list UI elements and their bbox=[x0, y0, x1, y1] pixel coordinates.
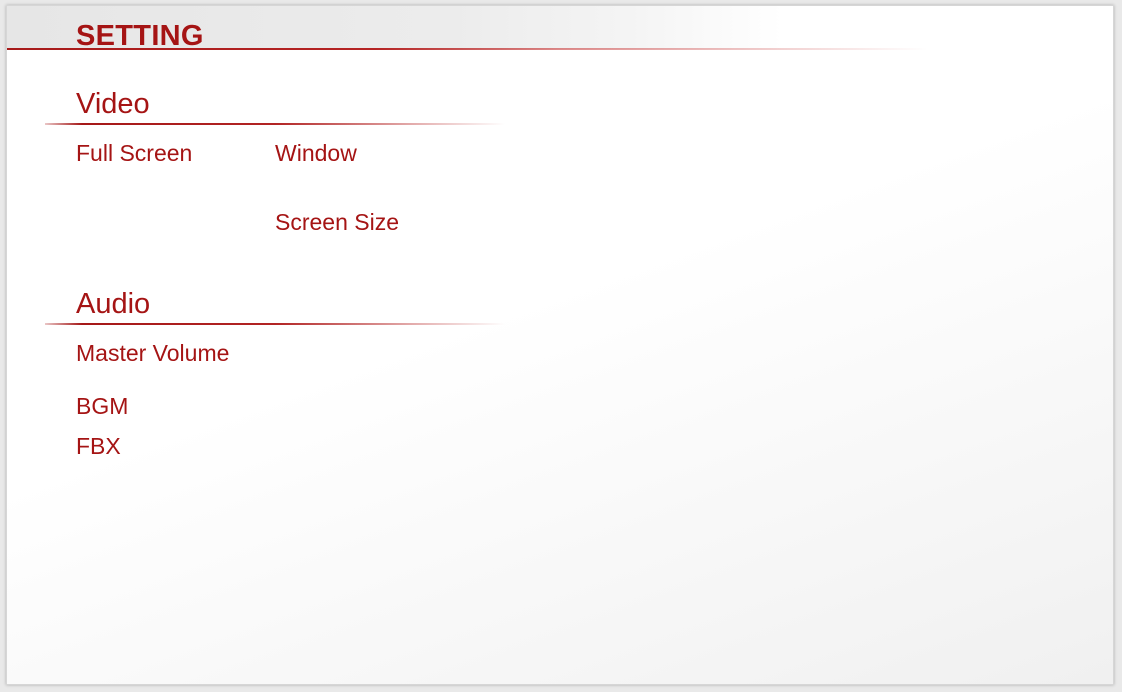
bgm-label: BGM bbox=[76, 393, 129, 419]
page-title: SETTING bbox=[76, 20, 204, 52]
video-section-heading: Video bbox=[76, 88, 150, 120]
window-option[interactable]: Window bbox=[275, 140, 357, 166]
master-volume-label: Master Volume bbox=[76, 340, 230, 366]
video-section-divider bbox=[45, 123, 505, 125]
audio-section-heading: Audio bbox=[76, 288, 151, 320]
full-screen-option[interactable]: Full Screen bbox=[76, 140, 192, 166]
settings-window: SETTING Video Full Screen Window Screen … bbox=[6, 5, 1114, 685]
audio-section-divider bbox=[45, 323, 505, 325]
screen-size-option[interactable]: Screen Size bbox=[275, 209, 399, 235]
fbx-label: FBX bbox=[76, 433, 121, 459]
